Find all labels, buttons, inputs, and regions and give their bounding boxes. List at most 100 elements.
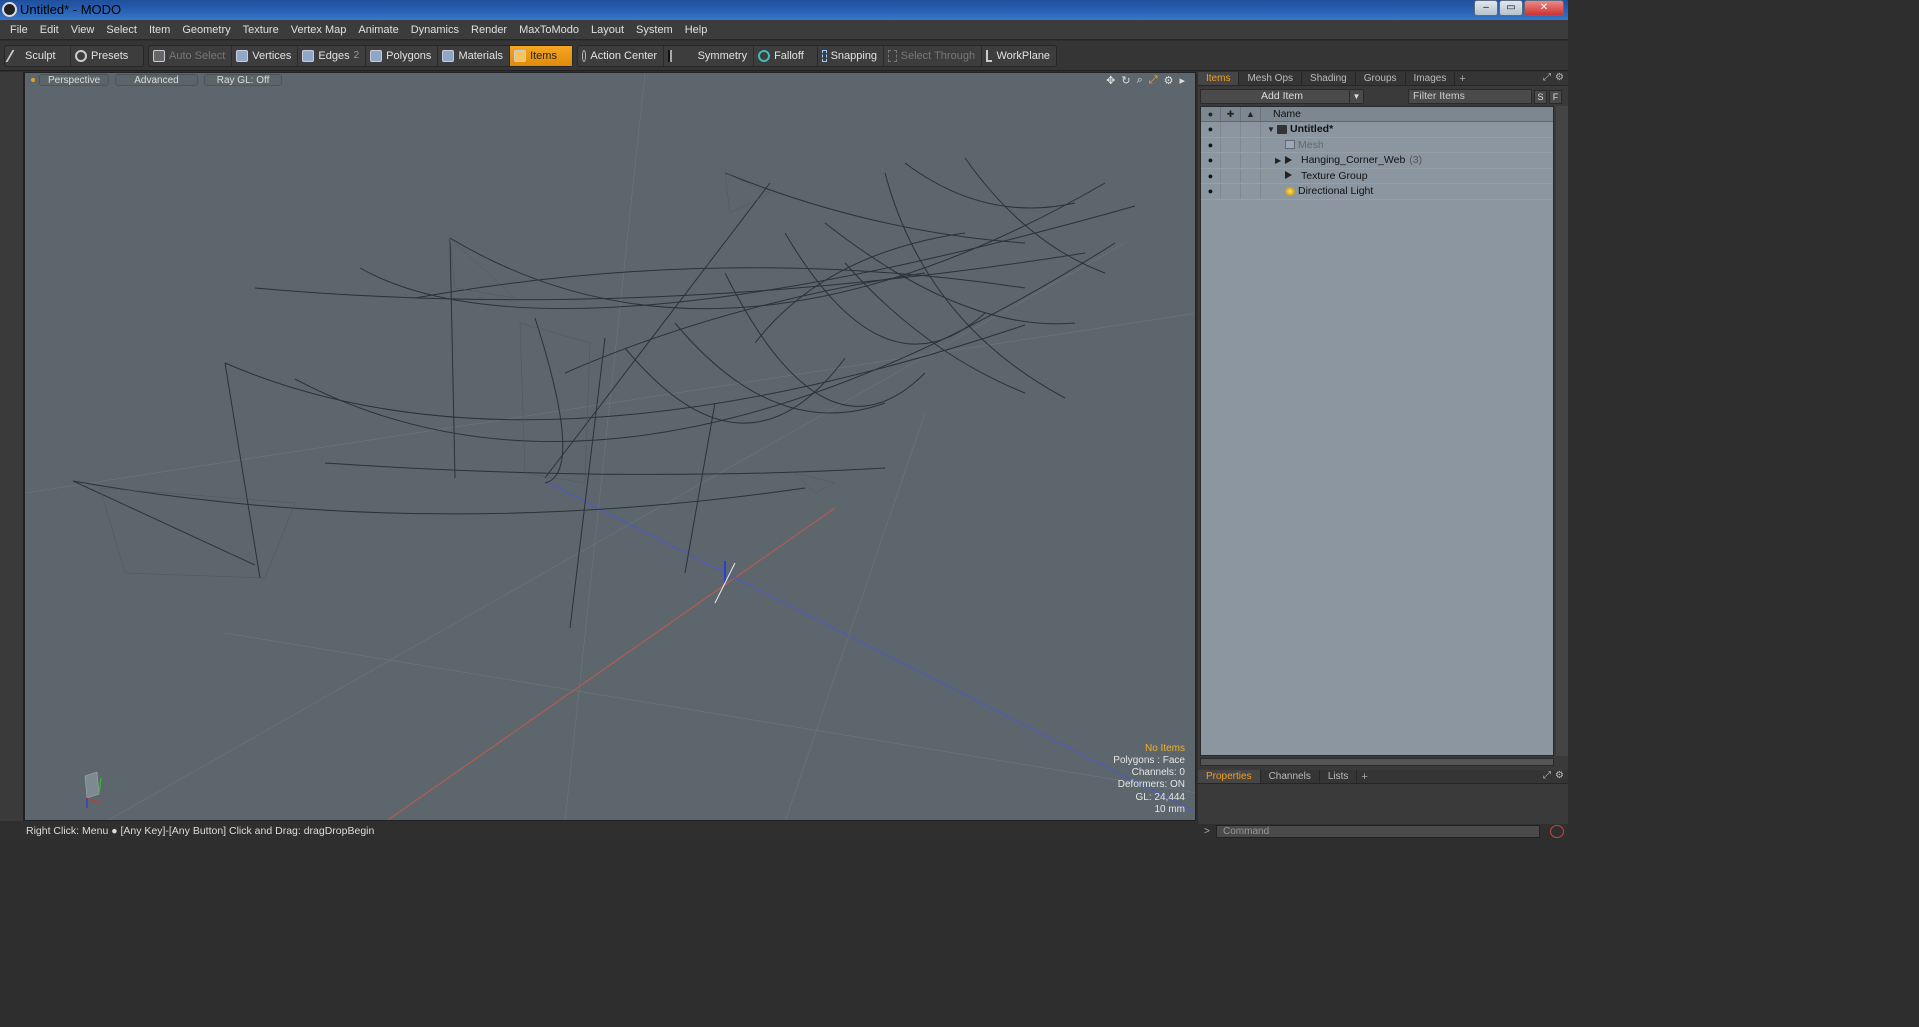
list-item[interactable]: ● Mesh (1201, 137, 1553, 153)
auto-select-button[interactable]: Auto Select (149, 45, 233, 66)
close-button[interactable]: ✕ (1524, 0, 1564, 16)
viewport-menu-dot[interactable] (31, 78, 35, 82)
tab-properties[interactable]: Properties (1198, 770, 1261, 783)
maximize-viewport-icon[interactable]: ⤢ (1149, 74, 1158, 87)
action-center-button[interactable]: Action Center (578, 45, 665, 66)
horizontal-scrollbar[interactable] (1200, 758, 1554, 766)
tab-items[interactable]: Items (1198, 72, 1240, 85)
viewport-scene[interactable] (25, 73, 1196, 821)
workplane-button[interactable]: WorkPlane (982, 46, 1056, 66)
tab-shading[interactable]: Shading (1302, 72, 1356, 85)
rotate-icon[interactable]: ↻ (1121, 74, 1130, 87)
command-history-icon[interactable] (1550, 825, 1564, 838)
items-icon (514, 49, 527, 62)
menu-help[interactable]: Help (679, 20, 714, 40)
presets-button[interactable]: Presets (71, 46, 143, 66)
tab-lists[interactable]: Lists (1320, 770, 1358, 783)
view-mode-dropdown[interactable]: Perspective (39, 74, 110, 86)
eye-icon[interactable]: ● (1201, 168, 1221, 183)
add-item-button[interactable]: Add Item ▼ (1200, 89, 1364, 104)
list-item[interactable]: ● ▼ Untitled* (1201, 122, 1553, 138)
group-icon (1285, 171, 1295, 180)
command-input[interactable]: Command (1216, 825, 1540, 838)
menu-edit[interactable]: Edit (34, 20, 65, 40)
expand-triangle-icon[interactable]: ▶ (1275, 156, 1285, 165)
select-through-button[interactable]: Select Through (884, 45, 983, 66)
polygons-button[interactable]: Polygons (366, 45, 439, 66)
web-mesh-sheets (99, 172, 836, 579)
scale-info: 10 mm (1154, 803, 1185, 815)
zoom-icon[interactable]: ⌕ (1137, 74, 1143, 87)
viewport-arrow-icon[interactable]: ▸ (1179, 74, 1185, 87)
s-button[interactable]: S (1534, 89, 1547, 104)
visibility-header-icon[interactable]: ● (1201, 107, 1221, 121)
window-titlebar: Untitled* - MODO – ▭ ✕ (0, 0, 1568, 20)
name-column-header[interactable]: Name (1261, 107, 1301, 121)
shading-dropdown[interactable]: Advanced (115, 74, 198, 86)
menu-item[interactable]: Item (143, 20, 176, 40)
panel-settings-icon[interactable]: ⚙ (1555, 72, 1564, 83)
window-title: Untitled* - MODO (20, 2, 122, 17)
items-toolbar: Add Item ▼ Filter Items S F (1198, 88, 1568, 105)
item-list[interactable]: ● ✚ ▲ Name ● ▼ Untitled* ● Mesh ● ▶ Hang… (1200, 106, 1554, 756)
tab-channels[interactable]: Channels (1261, 770, 1320, 783)
add-tab-icon[interactable]: + (1357, 771, 1371, 783)
falloff-button[interactable]: Falloff (754, 45, 819, 66)
vertices-button[interactable]: Vertices (232, 45, 299, 66)
deformers-info: Deformers: ON (1117, 779, 1185, 791)
tools-group: Action Center Symmetry Falloff Snapping … (577, 44, 1058, 67)
f-button[interactable]: F (1549, 89, 1562, 104)
list-item[interactable]: ● Directional Light (1201, 184, 1553, 200)
menu-vertex-map[interactable]: Vertex Map (285, 20, 353, 40)
raygl-dropdown[interactable]: Ray GL: Off (203, 74, 283, 86)
tab-groups[interactable]: Groups (1356, 72, 1406, 85)
tab-images[interactable]: Images (1406, 72, 1456, 85)
pan-icon[interactable]: ✥ (1106, 74, 1115, 87)
snapping-button[interactable]: Snapping (818, 45, 885, 66)
filter-items-input[interactable]: Filter Items (1408, 89, 1532, 104)
menu-dynamics[interactable]: Dynamics (405, 20, 465, 40)
add-tab-icon[interactable]: + (1455, 73, 1469, 85)
list-item[interactable]: ● Texture Group (1201, 168, 1553, 184)
tab-mesh-ops[interactable]: Mesh Ops (1239, 72, 1303, 85)
expand-triangle-icon[interactable]: ▼ (1267, 125, 1277, 134)
menu-geometry[interactable]: Geometry (176, 20, 236, 40)
menu-layout[interactable]: Layout (585, 20, 630, 40)
menu-system[interactable]: System (630, 20, 679, 40)
3d-viewport[interactable]: Perspective Advanced Ray GL: Off ✥ ↻ ⌕ ⤢… (24, 72, 1196, 821)
symmetry-button[interactable]: Symmetry (664, 45, 755, 66)
chevron-down-icon[interactable]: ▼ (1349, 90, 1363, 103)
eye-icon[interactable]: ● (1201, 184, 1221, 199)
edges-button[interactable]: Edges 2 (298, 45, 367, 66)
menu-animate[interactable]: Animate (352, 20, 404, 40)
minimize-button[interactable]: – (1474, 0, 1498, 16)
left-side-strip (0, 72, 24, 821)
items-button[interactable]: Items (510, 45, 573, 66)
menu-texture[interactable]: Texture (237, 20, 285, 40)
menu-render[interactable]: Render (465, 20, 513, 40)
lock-header-icon[interactable]: ✚ (1221, 107, 1241, 121)
maximize-button[interactable]: ▭ (1499, 0, 1523, 16)
menu-view[interactable]: View (65, 20, 101, 40)
right-panel: Items Mesh Ops Shading Groups Images + ⤢… (1198, 72, 1568, 839)
falloff-icon (758, 49, 771, 62)
eye-icon[interactable]: ● (1201, 122, 1221, 137)
command-prompt: > (1204, 826, 1210, 837)
eye-icon[interactable]: ● (1201, 137, 1221, 152)
viewport-settings-icon[interactable]: ⚙ (1164, 74, 1174, 87)
eye-icon[interactable]: ● (1201, 153, 1221, 168)
menu-select[interactable]: Select (100, 20, 143, 40)
window-controls: – ▭ ✕ (1474, 0, 1564, 16)
menu-file[interactable]: File (4, 20, 34, 40)
panel-settings-icon[interactable]: ⚙ (1555, 770, 1564, 781)
menu-maxtomodo[interactable]: MaxToModo (513, 20, 585, 40)
workplane-icon (986, 49, 993, 62)
vertical-scrollbar[interactable] (1556, 106, 1568, 756)
select-through-icon (888, 49, 897, 62)
materials-button[interactable]: Materials (438, 45, 511, 66)
expand-panel-icon[interactable]: ⤢ (1543, 770, 1551, 781)
sculpt-button[interactable]: Sculpt (5, 45, 71, 66)
render-header-icon[interactable]: ▲ (1241, 107, 1261, 121)
expand-panel-icon[interactable]: ⤢ (1543, 72, 1551, 83)
list-item[interactable]: ● ▶ Hanging_Corner_Web (3) (1201, 153, 1553, 169)
